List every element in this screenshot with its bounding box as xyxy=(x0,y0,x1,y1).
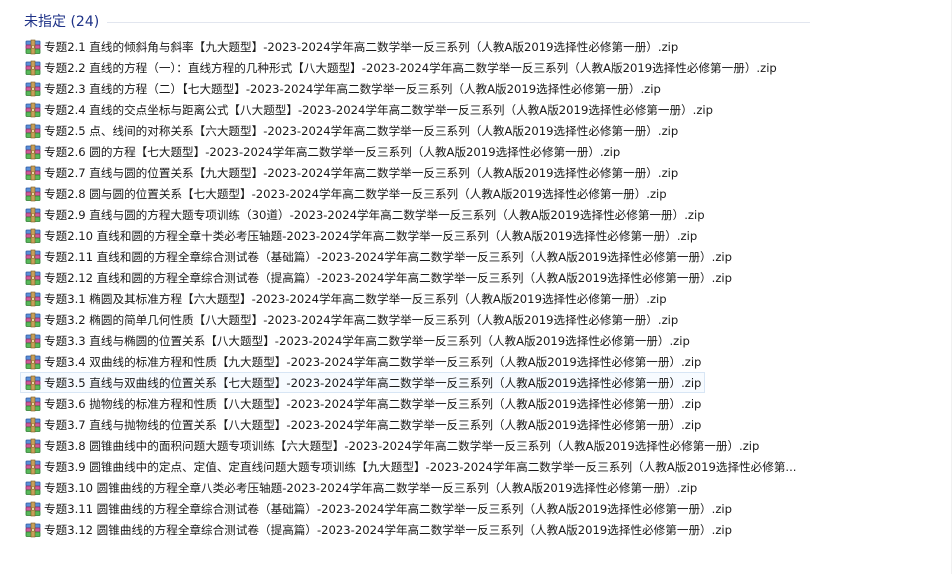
winrar-archive-icon xyxy=(25,102,41,118)
file-item[interactable]: 专题3.4 双曲线的标准方程和性质【九大题型】-2023-2024学年高二数学举… xyxy=(20,351,820,372)
winrar-archive-icon xyxy=(25,228,41,244)
file-item[interactable]: 专题3.1 椭圆及其标准方程【六大题型】-2023-2024学年高二数学举一反三… xyxy=(20,288,820,309)
file-name: 专题2.5 点、线间的对称关系【六大题型】-2023-2024学年高二数学举一反… xyxy=(44,123,679,138)
winrar-archive-icon xyxy=(25,123,41,139)
winrar-archive-icon xyxy=(25,312,41,328)
file-item[interactable]: 专题2.4 直线的交点坐标与距离公式【八大题型】-2023-2024学年高二数学… xyxy=(20,99,820,120)
file-item[interactable]: 专题3.3 直线与椭圆的位置关系【八大题型】-2023-2024学年高二数学举一… xyxy=(20,330,820,351)
winrar-archive-icon xyxy=(25,186,41,202)
file-name: 专题2.10 直线和圆的方程全章十类必考压轴题-2023-2024学年高二数学举… xyxy=(44,228,698,243)
file-item[interactable]: 专题3.8 圆锥曲线中的面积问题大题专项训练【六大题型】-2023-2024学年… xyxy=(20,435,820,456)
file-list: 专题2.1 直线的倾斜角与斜率【九大题型】-2023-2024学年高二数学举一反… xyxy=(20,36,820,540)
file-item[interactable]: 专题3.6 抛物线的标准方程和性质【八大题型】-2023-2024学年高二数学举… xyxy=(20,393,820,414)
winrar-archive-icon xyxy=(25,480,41,496)
file-item[interactable]: 专题2.6 圆的方程【七大题型】-2023-2024学年高二数学举一反三系列（人… xyxy=(20,141,820,162)
file-name: 专题2.9 直线与圆的方程大题专项训练（30道）-2023-2024学年高二数学… xyxy=(44,207,705,222)
file-name: 专题3.12 圆锥曲线的方程全章综合测试卷（提高篇）-2023-2024学年高二… xyxy=(44,522,732,537)
winrar-archive-icon xyxy=(25,417,41,433)
file-name: 专题3.4 双曲线的标准方程和性质【九大题型】-2023-2024学年高二数学举… xyxy=(44,354,702,369)
file-name: 专题3.2 椭圆的简单几何性质【八大题型】-2023-2024学年高二数学举一反… xyxy=(44,312,679,327)
file-item[interactable]: 专题2.7 直线与圆的位置关系【九大题型】-2023-2024学年高二数学举一反… xyxy=(20,162,820,183)
file-item[interactable]: 专题3.9 圆锥曲线中的定点、定值、定直线问题大题专项训练【九大题型】-2023… xyxy=(20,456,820,477)
file-name: 专题2.11 直线和圆的方程全章综合测试卷（基础篇）-2023-2024学年高二… xyxy=(44,249,732,264)
file-name: 专题2.12 直线和圆的方程全章综合测试卷（提高篇）-2023-2024学年高二… xyxy=(44,270,732,285)
winrar-archive-icon xyxy=(25,501,41,517)
winrar-archive-icon xyxy=(25,522,41,538)
file-name: 专题2.3 直线的方程（二）【七大题型】-2023-2024学年高二数学举一反三… xyxy=(44,81,661,96)
file-name: 专题2.4 直线的交点坐标与距离公式【八大题型】-2023-2024学年高二数学… xyxy=(44,102,714,117)
file-list-pane: 未指定 (24) 专题2.1 直线的倾斜角与斜率【九大题型】-2023-2024… xyxy=(0,0,952,574)
file-item[interactable]: 专题2.2 直线的方程（一）：直线方程的几种形式【八大题型】-2023-2024… xyxy=(20,57,820,78)
file-name: 专题3.8 圆锥曲线中的面积问题大题专项训练【六大题型】-2023-2024学年… xyxy=(44,438,760,453)
file-item[interactable]: 专题3.12 圆锥曲线的方程全章综合测试卷（提高篇）-2023-2024学年高二… xyxy=(20,519,820,540)
file-name: 专题2.2 直线的方程（一）：直线方程的几种形式【八大题型】-2023-2024… xyxy=(44,60,777,75)
file-item[interactable]: 专题2.9 直线与圆的方程大题专项训练（30道）-2023-2024学年高二数学… xyxy=(20,204,820,225)
winrar-archive-icon xyxy=(25,375,41,391)
winrar-archive-icon xyxy=(25,354,41,370)
file-item[interactable]: 专题2.10 直线和圆的方程全章十类必考压轴题-2023-2024学年高二数学举… xyxy=(20,225,820,246)
file-item[interactable]: 专题3.10 圆锥曲线的方程全章八类必考压轴题-2023-2024学年高二数学举… xyxy=(20,477,820,498)
winrar-archive-icon xyxy=(25,396,41,412)
file-item[interactable]: 专题3.7 直线与抛物线的位置关系【八大题型】-2023-2024学年高二数学举… xyxy=(20,414,820,435)
file-item[interactable]: 专题2.12 直线和圆的方程全章综合测试卷（提高篇）-2023-2024学年高二… xyxy=(20,267,820,288)
group-header[interactable]: 未指定 (24) xyxy=(24,8,810,34)
file-item[interactable]: 专题2.11 直线和圆的方程全章综合测试卷（基础篇）-2023-2024学年高二… xyxy=(20,246,820,267)
group-title[interactable]: 未指定 (24) xyxy=(24,11,99,31)
winrar-archive-icon xyxy=(25,81,41,97)
winrar-archive-icon xyxy=(25,249,41,265)
winrar-archive-icon xyxy=(25,144,41,160)
winrar-archive-icon xyxy=(25,291,41,307)
file-item[interactable]: 专题2.8 圆与圆的位置关系【七大题型】-2023-2024学年高二数学举一反三… xyxy=(20,183,820,204)
file-name: 专题3.3 直线与椭圆的位置关系【八大题型】-2023-2024学年高二数学举一… xyxy=(44,333,690,348)
winrar-archive-icon xyxy=(25,270,41,286)
winrar-archive-icon xyxy=(25,39,41,55)
file-name: 专题3.1 椭圆及其标准方程【六大题型】-2023-2024学年高二数学举一反三… xyxy=(44,291,667,306)
winrar-archive-icon xyxy=(25,438,41,454)
file-item[interactable]: 专题3.2 椭圆的简单几何性质【八大题型】-2023-2024学年高二数学举一反… xyxy=(20,309,820,330)
group-divider xyxy=(107,22,810,23)
file-item[interactable]: 专题3.11 圆锥曲线的方程全章综合测试卷（基础篇）-2023-2024学年高二… xyxy=(20,498,820,519)
file-item[interactable]: 专题2.5 点、线间的对称关系【六大题型】-2023-2024学年高二数学举一反… xyxy=(20,120,820,141)
file-item[interactable]: 专题2.3 直线的方程（二）【七大题型】-2023-2024学年高二数学举一反三… xyxy=(20,78,820,99)
file-name: 专题3.11 圆锥曲线的方程全章综合测试卷（基础篇）-2023-2024学年高二… xyxy=(44,501,732,516)
file-name: 专题3.7 直线与抛物线的位置关系【八大题型】-2023-2024学年高二数学举… xyxy=(44,417,702,432)
file-name: 专题2.6 圆的方程【七大题型】-2023-2024学年高二数学举一反三系列（人… xyxy=(44,144,621,159)
file-item[interactable]: 专题3.5 直线与双曲线的位置关系【七大题型】-2023-2024学年高二数学举… xyxy=(20,372,706,393)
winrar-archive-icon xyxy=(25,165,41,181)
file-name: 专题2.7 直线与圆的位置关系【九大题型】-2023-2024学年高二数学举一反… xyxy=(44,165,679,180)
file-name: 专题3.5 直线与双曲线的位置关系【七大题型】-2023-2024学年高二数学举… xyxy=(44,375,702,390)
file-name: 专题3.9 圆锥曲线中的定点、定值、定直线问题大题专项训练【九大题型】-2023… xyxy=(44,459,797,474)
winrar-archive-icon xyxy=(25,60,41,76)
file-name: 专题2.1 直线的倾斜角与斜率【九大题型】-2023-2024学年高二数学举一反… xyxy=(44,39,679,54)
file-item[interactable]: 专题2.1 直线的倾斜角与斜率【九大题型】-2023-2024学年高二数学举一反… xyxy=(20,36,820,57)
file-name: 专题2.8 圆与圆的位置关系【七大题型】-2023-2024学年高二数学举一反三… xyxy=(44,186,667,201)
file-name: 专题3.10 圆锥曲线的方程全章八类必考压轴题-2023-2024学年高二数学举… xyxy=(44,480,698,495)
winrar-archive-icon xyxy=(25,333,41,349)
winrar-archive-icon xyxy=(25,459,41,475)
file-name: 专题3.6 抛物线的标准方程和性质【八大题型】-2023-2024学年高二数学举… xyxy=(44,396,702,411)
winrar-archive-icon xyxy=(25,207,41,223)
